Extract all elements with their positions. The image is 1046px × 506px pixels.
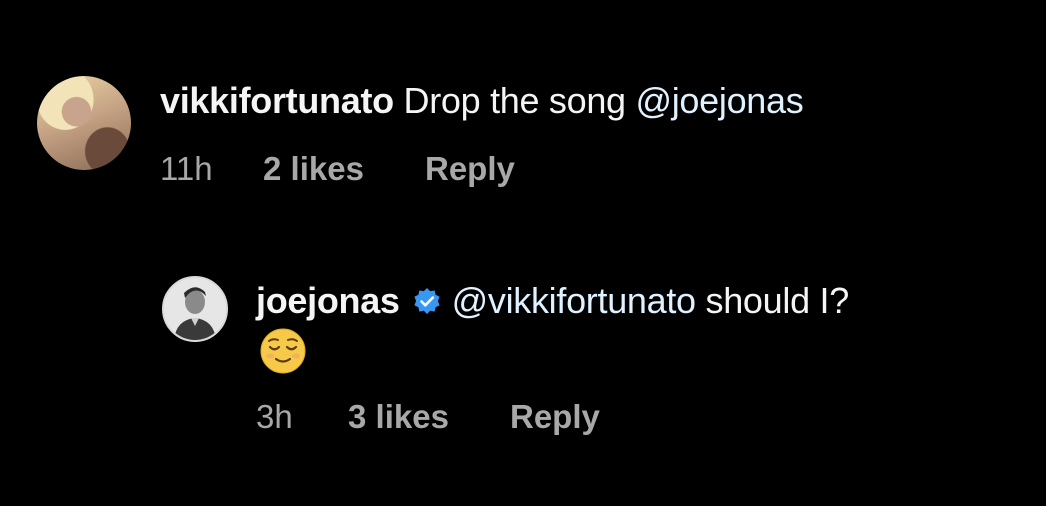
likes-count[interactable]: 3 likes bbox=[348, 398, 449, 436]
verified-badge-icon bbox=[412, 284, 442, 326]
username[interactable]: joejonas bbox=[256, 280, 400, 321]
profile-photo-icon bbox=[164, 278, 226, 340]
reply-button[interactable]: Reply bbox=[510, 398, 600, 436]
avatar[interactable] bbox=[37, 76, 131, 170]
comment-meta: 3h 3 likes Reply bbox=[256, 398, 656, 438]
reply-button[interactable]: Reply bbox=[425, 150, 515, 188]
comment-line: vikkifortunato Drop the song @joejonas bbox=[160, 80, 804, 122]
avatar[interactable] bbox=[162, 276, 228, 342]
relieved-face-icon bbox=[258, 326, 308, 381]
mention-link[interactable]: @vikkifortunato bbox=[452, 280, 696, 321]
comment-line: joejonas @vikkifortunato should I? bbox=[256, 280, 849, 326]
timestamp: 3h bbox=[256, 398, 293, 435]
likes-count[interactable]: 2 likes bbox=[263, 150, 364, 188]
comment-text: should I? bbox=[705, 280, 850, 321]
timestamp: 11h bbox=[160, 150, 213, 187]
mention-link[interactable]: @joejonas bbox=[635, 80, 803, 121]
comment-text: Drop the song bbox=[403, 80, 627, 121]
username[interactable]: vikkifortunato bbox=[160, 80, 394, 121]
comment-meta: 11h 2 likes Reply bbox=[160, 150, 560, 190]
